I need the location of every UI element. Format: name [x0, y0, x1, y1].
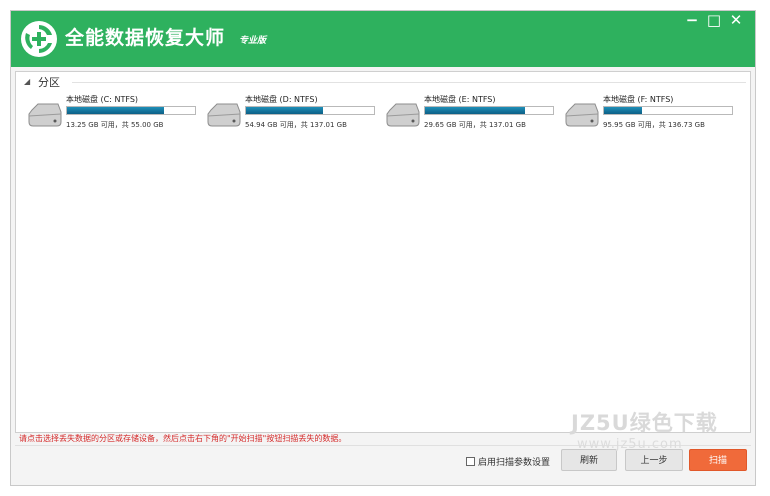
partition-section-header: ◢ 分区	[24, 74, 746, 90]
disk-usage-bar	[424, 106, 554, 115]
disk-item-e[interactable]: 本地磁盘 (E: NTFS) 29.65 GB 可用，共 137.01 GB	[382, 94, 554, 136]
footer-divider	[15, 445, 751, 446]
hard-drive-icon	[28, 103, 62, 127]
minimize-button[interactable]: −	[681, 11, 703, 31]
disk-usage-bar	[66, 106, 196, 115]
close-button[interactable]: ✕	[725, 11, 747, 31]
disk-usage-bar	[603, 106, 733, 115]
scan-params-option[interactable]: 启用扫描参数设置	[466, 455, 550, 468]
app-edition: 专业版	[239, 36, 267, 46]
scan-params-checkbox[interactable]	[466, 457, 475, 466]
partition-panel: ◢ 分区 本地磁盘 (C: NTFS) 13.25 GB 可用，共 55.00 …	[15, 71, 751, 433]
disk-name: 本地磁盘 (E: NTFS)	[424, 95, 496, 104]
title-bar: 全能数据恢复大师 专业版 − □ ✕	[11, 11, 755, 67]
disk-usage-bar	[245, 106, 375, 115]
refresh-button[interactable]: 刷新	[561, 449, 617, 471]
hard-drive-icon	[207, 103, 241, 127]
disk-capacity: 29.65 GB 可用，共 137.01 GB	[424, 121, 526, 129]
app-title: 全能数据恢复大师	[65, 27, 226, 49]
disk-usage-fill	[604, 107, 643, 114]
disk-name: 本地磁盘 (F: NTFS)	[603, 95, 674, 104]
hard-drive-icon	[565, 103, 599, 127]
disk-name: 本地磁盘 (D: NTFS)	[245, 95, 318, 104]
disk-capacity: 95.95 GB 可用，共 136.73 GB	[603, 121, 705, 129]
app-window: 全能数据恢复大师 专业版 − □ ✕ ◢ 分区 本地磁盘 (C: NTFS) 1…	[10, 10, 756, 486]
scan-params-label: 启用扫描参数设置	[478, 458, 551, 468]
disk-usage-fill	[425, 107, 525, 114]
section-divider	[72, 82, 746, 83]
disk-name: 本地磁盘 (C: NTFS)	[66, 95, 139, 104]
disk-usage-fill	[67, 107, 165, 114]
collapse-triangle-icon[interactable]: ◢	[24, 77, 30, 86]
instruction-hint: 请点击选择丢失数据的分区或存储设备，然后点击右下角的"开始扫描"按钮扫描丢失的数…	[19, 434, 347, 443]
disk-item-f[interactable]: 本地磁盘 (F: NTFS) 95.95 GB 可用，共 136.73 GB	[561, 94, 733, 136]
hard-drive-icon	[386, 103, 420, 127]
scan-button[interactable]: 扫描	[689, 449, 747, 471]
disk-usage-fill	[246, 107, 323, 114]
section-title: 分区	[38, 76, 60, 89]
disk-item-c[interactable]: 本地磁盘 (C: NTFS) 13.25 GB 可用，共 55.00 GB	[24, 94, 196, 136]
disk-item-d[interactable]: 本地磁盘 (D: NTFS) 54.94 GB 可用，共 137.01 GB	[203, 94, 375, 136]
maximize-button[interactable]: □	[703, 11, 725, 31]
previous-button[interactable]: 上一步	[625, 449, 683, 471]
disk-capacity: 13.25 GB 可用，共 55.00 GB	[66, 121, 164, 129]
window-controls: − □ ✕	[681, 11, 747, 31]
recycle-plus-icon	[21, 21, 57, 57]
disk-capacity: 54.94 GB 可用，共 137.01 GB	[245, 121, 347, 129]
